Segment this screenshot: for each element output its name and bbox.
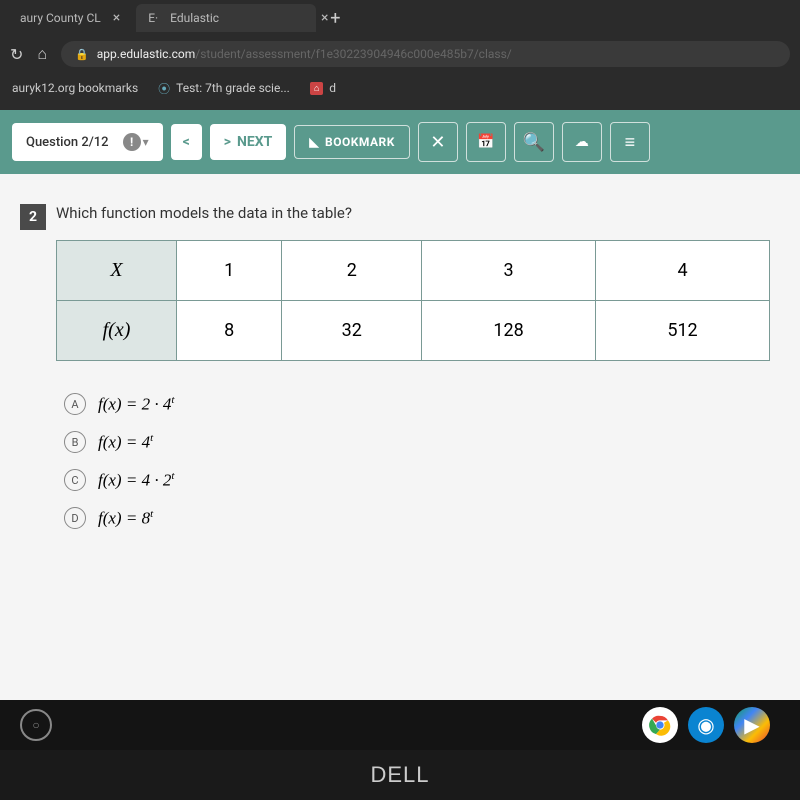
close-tool-button[interactable]: ✕ (418, 122, 458, 162)
question-indicator[interactable]: Question 2/12 ! ▾ (12, 123, 163, 161)
choice-d[interactable]: D f(x) = 8t (64, 499, 770, 537)
table-cell: 32 (282, 301, 422, 361)
answer-choices: A f(x) = 2 · 4t B f(x) = 4t C f(x) = 4 ·… (64, 385, 770, 537)
chrome-icon[interactable] (642, 707, 678, 743)
close-icon: ✕ (430, 132, 445, 153)
chevron-right-icon: > (224, 134, 231, 150)
new-tab-button[interactable]: + (320, 4, 350, 33)
table-cell: 1 (177, 241, 282, 301)
chevron-down-icon: ▾ (143, 135, 149, 149)
table-cell: 2 (282, 241, 422, 301)
table-header: f(x) (57, 301, 177, 361)
table-row: f(x) 8 32 128 512 (57, 301, 770, 361)
laptop-brand: DELL (370, 762, 429, 788)
menu-tool-button[interactable]: ≡ (610, 122, 650, 162)
choice-expr: f(x) = 4 · 2t (98, 470, 174, 491)
search-icon: 🔍 (523, 132, 545, 153)
question-number: 2 (20, 204, 46, 230)
app-toolbar: Question 2/12 ! ▾ < > NEXT ◣ BOOKMARK ✕ … (0, 110, 800, 174)
browser-tab[interactable]: E· Edulastic × (136, 4, 316, 32)
browser-chrome: aury County CL × E· Edulastic × + ↻ ⌂ 🔒 … (0, 0, 800, 110)
question-content: 2 Which function models the data in the … (0, 174, 800, 700)
next-button[interactable]: > NEXT (210, 124, 287, 160)
table-cell: 512 (596, 301, 770, 361)
lock-icon: 🔒 (75, 48, 89, 61)
choice-letter: D (64, 507, 86, 529)
close-icon[interactable]: × (113, 10, 120, 26)
choice-expr: f(x) = 2 · 4t (98, 394, 174, 415)
folder-icon: ⌂ (310, 82, 323, 95)
calendar-icon: 📅 (477, 134, 494, 150)
url-text: app.edulastic.com/student/assessment/f1e… (97, 47, 512, 61)
play-store-icon[interactable]: ▶ (734, 707, 770, 743)
choice-c[interactable]: C f(x) = 4 · 2t (64, 461, 770, 499)
choice-b[interactable]: B f(x) = 4t (64, 423, 770, 461)
bookmark-button[interactable]: ◣ BOOKMARK (294, 125, 410, 159)
table-cell: 128 (422, 301, 596, 361)
cloud-icon: ☁ (575, 134, 589, 150)
prev-button[interactable]: < (171, 124, 202, 160)
table-cell: 4 (596, 241, 770, 301)
bookmark-icon: ◣ (309, 135, 319, 149)
question-prompt: Which function models the data in the ta… (56, 204, 770, 222)
home-icon[interactable]: ⌂ (37, 44, 47, 64)
bookmarks-bar: auryk12.org bookmarks ⦿ Test: 7th grade … (0, 72, 800, 104)
choice-letter: C (64, 469, 86, 491)
cloud-tool-button[interactable]: ☁ (562, 122, 602, 162)
table-row: X 1 2 3 4 (57, 241, 770, 301)
address-bar: ↻ ⌂ 🔒 app.edulastic.com/student/assessme… (0, 36, 800, 72)
url-input[interactable]: 🔒 app.edulastic.com/student/assessment/f… (61, 41, 790, 67)
chrome-logo-icon (649, 714, 671, 736)
tab-title: Edulastic (170, 11, 219, 25)
choice-expr: f(x) = 4t (98, 432, 153, 453)
start-button[interactable]: ○ (20, 709, 52, 741)
table-header: X (57, 241, 177, 301)
search-tool-button[interactable]: 🔍 (514, 122, 554, 162)
table-cell: 8 (177, 301, 282, 361)
browser-tab[interactable]: aury County CL × (8, 4, 132, 32)
tab-title: aury County CL (20, 11, 101, 25)
choice-expr: f(x) = 8t (98, 508, 153, 529)
tab-strip: aury County CL × E· Edulastic × + (0, 0, 800, 36)
table-cell: 3 (422, 241, 596, 301)
bookmark-item[interactable]: ⦿ Test: 7th grade scie... (158, 80, 290, 97)
reload-icon[interactable]: ↻ (10, 45, 23, 64)
search-icon: ⦿ (158, 80, 170, 97)
tab-favicon: E· (148, 11, 158, 25)
bookmark-item[interactable]: ⌂ d (310, 81, 336, 95)
choice-a[interactable]: A f(x) = 2 · 4t (64, 385, 770, 423)
laptop-bezel: DELL (0, 750, 800, 800)
alert-icon: ! (123, 133, 141, 151)
app-icon[interactable]: ◉ (688, 707, 724, 743)
bookmark-item[interactable]: auryk12.org bookmarks (12, 81, 138, 95)
question-label: Question 2/12 (26, 135, 109, 150)
choice-letter: B (64, 431, 86, 453)
data-table: X 1 2 3 4 f(x) 8 32 128 512 (56, 240, 770, 361)
os-taskbar: ○ ◉ ▶ (0, 700, 800, 750)
choice-letter: A (64, 393, 86, 415)
calendar-tool-button[interactable]: 📅 (466, 122, 506, 162)
menu-icon: ≡ (625, 132, 636, 153)
